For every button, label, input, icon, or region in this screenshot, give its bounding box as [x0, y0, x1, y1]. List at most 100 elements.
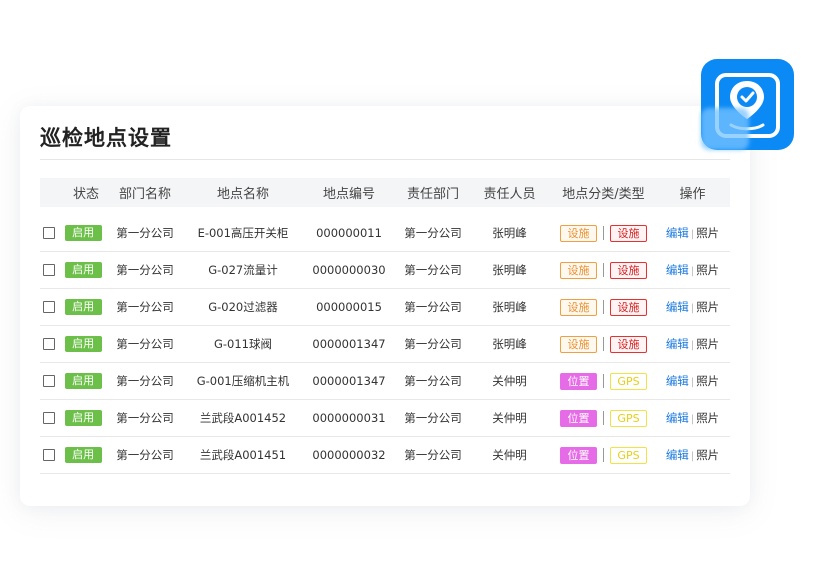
tag-separator: [603, 300, 604, 314]
location-table: 状态 部门名称 地点名称 地点编号 责任部门 责任人员 地点分类/类型 操作 启…: [40, 178, 730, 474]
category-cell: 设施 设施: [552, 207, 655, 252]
column-header-category[interactable]: 地点分类/类型: [552, 178, 655, 207]
edit-link[interactable]: 编辑: [666, 374, 689, 388]
status-badge: 启用: [64, 225, 102, 241]
edit-link[interactable]: 编辑: [666, 411, 689, 425]
status-badge: 启用: [64, 447, 102, 463]
resp-dept-cell: 第一分公司: [399, 325, 467, 363]
type-tag: 设施: [610, 335, 647, 353]
status-badge: 启用: [64, 410, 102, 426]
row-checkbox[interactable]: [43, 449, 55, 461]
code-cell: 0000001347: [299, 362, 399, 400]
row-checkbox[interactable]: [43, 338, 55, 350]
actions-cell: 编辑 | 照片: [655, 207, 730, 252]
photo-link[interactable]: 照片: [696, 448, 719, 462]
photo-link[interactable]: 照片: [696, 226, 719, 240]
row-select-cell: 启用: [40, 288, 103, 326]
row-checkbox[interactable]: [43, 375, 55, 387]
photo-link[interactable]: 照片: [696, 300, 719, 314]
table-row[interactable]: 启用 第一分公司 G-011球阀 0000001347 第一分公司 张明峰 设施…: [40, 325, 730, 363]
type-tag: 设施: [610, 298, 647, 316]
category-cell: 设施 设施: [552, 251, 655, 289]
person-cell: 张明峰: [467, 207, 552, 252]
category-cell: 设施 设施: [552, 325, 655, 363]
status-badge: 启用: [64, 299, 102, 315]
tag-separator: [603, 337, 604, 351]
action-separator: |: [690, 340, 695, 351]
location-table-container: 状态 部门名称 地点名称 地点编号 责任部门 责任人员 地点分类/类型 操作 启…: [40, 178, 730, 474]
column-header-actions[interactable]: 操作: [655, 178, 730, 207]
category-tag: 设施: [560, 261, 597, 279]
column-header-resp-dept[interactable]: 责任部门: [399, 178, 467, 207]
category-tag: 位置: [560, 446, 597, 464]
table-row[interactable]: 启用 第一分公司 G-027流量计 0000000030 第一分公司 张明峰 设…: [40, 251, 730, 289]
row-checkbox[interactable]: [43, 264, 55, 276]
location-cell: G-020过滤器: [187, 288, 299, 326]
code-cell: 000000011: [299, 207, 399, 252]
person-cell: 张明峰: [467, 325, 552, 363]
resp-dept-cell: 第一分公司: [399, 362, 467, 400]
actions-cell: 编辑 | 照片: [655, 288, 730, 326]
row-select-cell: 启用: [40, 325, 103, 363]
tag-separator: [603, 411, 604, 425]
photo-link[interactable]: 照片: [696, 337, 719, 351]
location-cell: G-027流量计: [187, 251, 299, 289]
row-checkbox[interactable]: [43, 412, 55, 424]
table-row[interactable]: 启用 第一分公司 兰武段A001451 0000000032 第一分公司 关仲明…: [40, 436, 730, 474]
dept-cell: 第一分公司: [103, 399, 187, 437]
column-header-code[interactable]: 地点编号: [299, 178, 399, 207]
dept-cell: 第一分公司: [103, 207, 187, 252]
action-separator: |: [690, 229, 695, 240]
badge-glow: [701, 108, 749, 150]
column-header-person[interactable]: 责任人员: [467, 178, 552, 207]
row-checkbox[interactable]: [43, 227, 55, 239]
status-badge: 启用: [64, 373, 102, 389]
column-header-dept[interactable]: 部门名称: [103, 178, 187, 207]
code-cell: 000000015: [299, 288, 399, 326]
resp-dept-cell: 第一分公司: [399, 251, 467, 289]
actions-cell: 编辑 | 照片: [655, 362, 730, 400]
resp-dept-cell: 第一分公司: [399, 288, 467, 326]
column-header-status[interactable]: 状态: [40, 178, 103, 207]
tag-separator: [603, 448, 604, 462]
action-separator: |: [690, 414, 695, 425]
edit-link[interactable]: 编辑: [666, 448, 689, 462]
resp-dept-cell: 第一分公司: [399, 399, 467, 437]
resp-dept-cell: 第一分公司: [399, 436, 467, 474]
row-select-cell: 启用: [40, 362, 103, 400]
person-cell: 关仲明: [467, 399, 552, 437]
location-cell: G-001压缩机主机: [187, 362, 299, 400]
category-tag: 位置: [560, 409, 597, 427]
category-tag: 设施: [560, 298, 597, 316]
photo-link[interactable]: 照片: [696, 374, 719, 388]
code-cell: 0000000030: [299, 251, 399, 289]
action-separator: |: [690, 377, 695, 388]
person-cell: 张明峰: [467, 288, 552, 326]
code-cell: 0000000032: [299, 436, 399, 474]
table-row[interactable]: 启用 第一分公司 G-001压缩机主机 0000001347 第一分公司 关仲明…: [40, 362, 730, 400]
edit-link[interactable]: 编辑: [666, 263, 689, 277]
table-row[interactable]: 启用 第一分公司 E-001高压开关柜 000000011 第一分公司 张明峰 …: [40, 207, 730, 252]
status-badge: 启用: [64, 262, 102, 278]
tag-separator: [603, 374, 604, 388]
edit-link[interactable]: 编辑: [666, 300, 689, 314]
photo-link[interactable]: 照片: [696, 411, 719, 425]
actions-cell: 编辑 | 照片: [655, 399, 730, 437]
table-row[interactable]: 启用 第一分公司 G-020过滤器 000000015 第一分公司 张明峰 设施…: [40, 288, 730, 326]
actions-cell: 编辑 | 照片: [655, 325, 730, 363]
dept-cell: 第一分公司: [103, 436, 187, 474]
photo-link[interactable]: 照片: [696, 263, 719, 277]
status-badge: 启用: [64, 336, 102, 352]
edit-link[interactable]: 编辑: [666, 226, 689, 240]
edit-link[interactable]: 编辑: [666, 337, 689, 351]
action-separator: |: [690, 303, 695, 314]
type-tag: 设施: [610, 261, 647, 279]
dept-cell: 第一分公司: [103, 325, 187, 363]
row-checkbox[interactable]: [43, 301, 55, 313]
column-header-location[interactable]: 地点名称: [187, 178, 299, 207]
table-row[interactable]: 启用 第一分公司 兰武段A001452 0000000031 第一分公司 关仲明…: [40, 399, 730, 437]
person-cell: 关仲明: [467, 362, 552, 400]
action-separator: |: [690, 266, 695, 277]
row-select-cell: 启用: [40, 207, 103, 252]
dept-cell: 第一分公司: [103, 288, 187, 326]
